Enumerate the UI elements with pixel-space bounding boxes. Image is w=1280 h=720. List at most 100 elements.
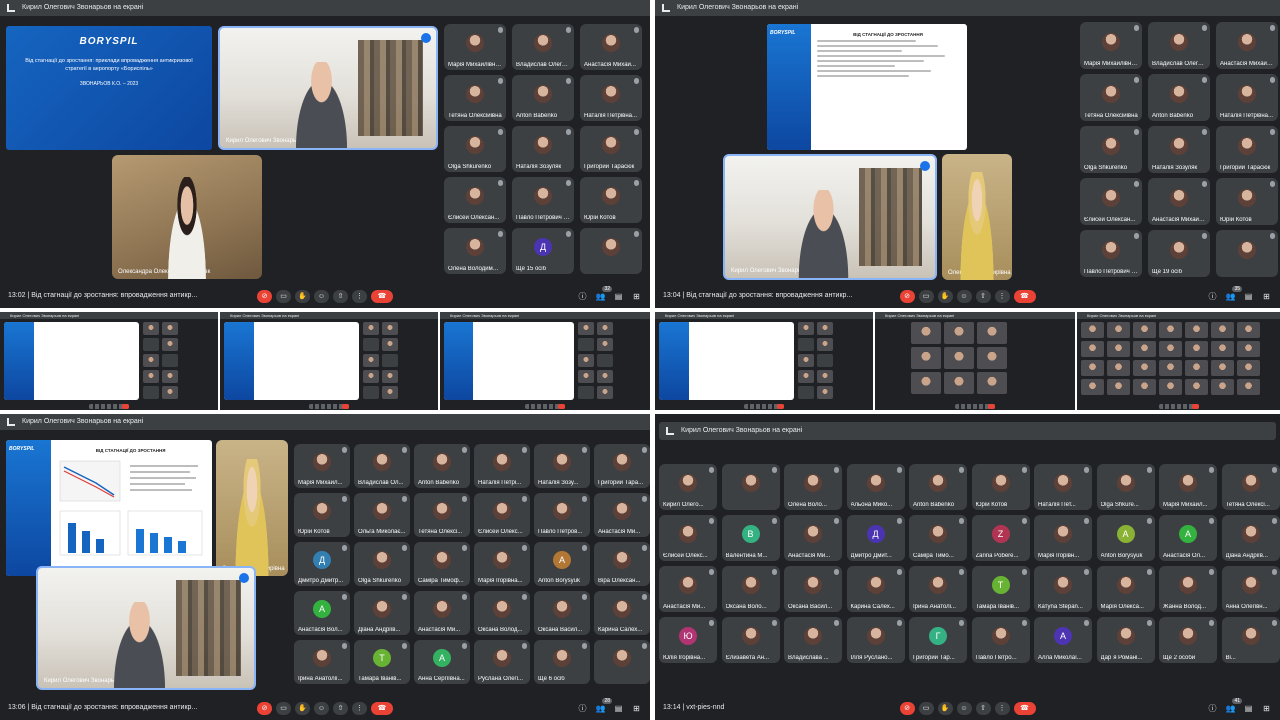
more-icon[interactable]: ⋮ <box>352 290 367 303</box>
participant-tile[interactable]: Карина Салех... <box>594 591 650 635</box>
present-icon[interactable]: ⇧ <box>333 290 348 303</box>
emoji-icon[interactable]: ☺ <box>314 290 329 303</box>
participant-tile[interactable]: Анастасія Ми... <box>659 566 717 612</box>
participant-tile[interactable]: Ще 19 осіб <box>1148 230 1210 277</box>
activities-icon[interactable]: ⊞ <box>1261 703 1272 714</box>
participant-tile[interactable]: Olga Shkurenko <box>354 542 410 586</box>
participant-tile[interactable]: Olga Shkure... <box>1096 464 1155 510</box>
participant-tile[interactable]: Юрій Котов <box>294 493 350 537</box>
participant-tile[interactable]: Марія Михайл... <box>1159 464 1217 510</box>
participant-tile[interactable]: Марія Ігорівн... <box>1034 515 1092 561</box>
participant-tile[interactable]: Руслана Олегі... <box>474 640 530 684</box>
participant-video[interactable]: Олена Володимирівна <box>942 154 1012 280</box>
participant-tile[interactable]: A Алла Миколаї... <box>1034 617 1092 663</box>
participant-tile[interactable]: Юрій Котов <box>580 177 642 223</box>
raise-hand-icon[interactable]: ✋ <box>937 702 953 715</box>
participant-tile[interactable]: Марія Михайл... <box>294 444 350 488</box>
presenter-video[interactable]: Кирил Олегович Звонарьов <box>36 566 256 690</box>
participant-tile[interactable]: Оксана Волод... <box>474 591 530 635</box>
participant-tile[interactable]: Наталія Петрівна... <box>580 75 642 121</box>
participant-tile[interactable]: Павло Петро... <box>971 617 1030 663</box>
participant-tile[interactable]: Д Дмитро Дмитр... <box>294 542 350 586</box>
participant-tile[interactable]: Григорий Тарасюк <box>1216 126 1278 173</box>
participant-tile[interactable]: Анастасія Ми... <box>784 515 842 561</box>
participant-tile[interactable]: Єлисей Олексан... <box>444 177 506 223</box>
participant-tile[interactable]: Олена Володимирівна <box>444 228 506 274</box>
participant-tile[interactable]: Анастасія Михайлівна <box>1216 22 1278 69</box>
participant-tile[interactable]: Саміра Тимоф... <box>414 542 470 586</box>
raise-hand-icon[interactable]: ✋ <box>295 702 310 715</box>
activities-icon[interactable]: ⊞ <box>1261 291 1272 302</box>
more-icon[interactable]: ⋮ <box>994 702 1010 715</box>
emoji-icon[interactable]: ☺ <box>956 290 972 303</box>
camera-icon[interactable]: ▭ <box>918 290 934 303</box>
participant-tile[interactable]: Марія Ігорівна... <box>474 542 530 586</box>
participant-tile[interactable]: Владислав Олегови... <box>512 24 574 70</box>
info-icon[interactable]: ⓘ <box>577 291 588 302</box>
participant-tile[interactable]: Діана Андріїв... <box>354 591 410 635</box>
pin-icon[interactable] <box>7 418 15 426</box>
camera-icon[interactable]: ▭ <box>918 702 934 715</box>
participant-tile[interactable]: Ще 2 особи <box>1159 617 1217 663</box>
participant-tile[interactable]: Anton Babenko <box>1148 74 1210 121</box>
participant-tile[interactable]: Анна Олегівн... <box>1221 566 1280 612</box>
participant-tile[interactable]: Віра Олексан... <box>594 542 650 586</box>
participant-tile[interactable]: Анастасія Ми... <box>414 591 470 635</box>
participant-tile[interactable]: A Anton Borysyuk <box>534 542 590 586</box>
participant-tile[interactable]: Т Тамара Іванів... <box>354 640 410 684</box>
raise-hand-icon[interactable]: ✋ <box>295 290 310 303</box>
participant-tile[interactable]: Ірина Анатолії... <box>294 640 350 684</box>
pin-icon[interactable] <box>666 427 674 435</box>
participant-tile[interactable]: Григорий Тара... <box>594 444 650 488</box>
participant-tile[interactable]: Кирил Олего... <box>659 464 717 510</box>
participant-tile[interactable]: A Анастасія Вол... <box>294 591 350 635</box>
present-icon[interactable]: ⇧ <box>975 290 991 303</box>
present-icon[interactable]: ⇧ <box>333 702 348 715</box>
camera-icon[interactable]: ▭ <box>276 702 291 715</box>
presenter-video[interactable]: Кирил Олегович Звонарьов <box>723 154 937 280</box>
participant-tile[interactable]: Альона Мико... <box>846 464 905 510</box>
participant-tile[interactable]: Павло Петрович В... <box>512 177 574 223</box>
people-icon[interactable]: 👥 41 <box>1225 698 1242 714</box>
participant-tile[interactable] <box>580 228 642 274</box>
participant-tile[interactable]: Олена Воло... <box>784 464 842 510</box>
participant-tile[interactable]: Юрій Котов <box>1216 178 1278 225</box>
participant-tile[interactable]: Т Тамара Іванів... <box>971 566 1030 612</box>
more-icon[interactable]: ⋮ <box>994 290 1010 303</box>
activities-icon[interactable]: ⊞ <box>631 291 642 302</box>
participant-tile[interactable]: Тетяна Олексі... <box>414 493 470 537</box>
participant-tile[interactable] <box>1216 230 1278 277</box>
camera-icon[interactable]: ▭ <box>276 290 291 303</box>
participant-tile[interactable]: Ю Юлія Ігорівна... <box>659 617 717 663</box>
participant-tile[interactable]: Марія Михайлівна... <box>1080 22 1142 69</box>
participant-tile[interactable]: Наталія Пет... <box>1034 464 1092 510</box>
participant-tile[interactable]: Д Дмитро Дмит... <box>846 515 905 561</box>
people-icon[interactable]: 👥 35 <box>1225 286 1242 302</box>
participant-tile[interactable]: Анастасія Ми... <box>594 493 650 537</box>
emoji-icon[interactable]: ☺ <box>956 702 972 715</box>
participant-tile[interactable]: Наталія Петрівна... <box>1216 74 1278 121</box>
participant-tile[interactable]: Тетяна Олексі... <box>1221 464 1280 510</box>
people-icon[interactable]: 👥 32 <box>595 286 612 302</box>
participant-tile[interactable]: Єлизавета Ан... <box>721 617 780 663</box>
participant-tile[interactable]: Наталія Зозуляк <box>1148 126 1210 173</box>
raise-hand-icon[interactable]: ✋ <box>937 290 953 303</box>
participant-tile[interactable]: Ще 6 осіб <box>534 640 590 684</box>
participant-tile[interactable]: Olga Shkurenko <box>444 126 506 172</box>
participant-tile[interactable]: Анастасія Михай... <box>580 24 642 70</box>
participant-tile[interactable]: Anton Babenko <box>512 75 574 121</box>
participant-tile[interactable]: Єлисей Олекс... <box>659 515 717 561</box>
mic-off-icon[interactable]: ⊘ <box>899 290 915 303</box>
activities-icon[interactable]: ⊞ <box>631 703 642 714</box>
participant-tile[interactable]: Оксана Васил... <box>534 591 590 635</box>
participant-tile[interactable]: A Анастасія Ол... <box>1159 515 1217 561</box>
participant-tile[interactable]: Катуna Stepan... <box>1034 566 1092 612</box>
participant-tile[interactable]: Г Григорий Тар... <box>909 617 967 663</box>
participant-tile[interactable]: A Anton Borysyuk <box>1096 515 1155 561</box>
participant-tile[interactable]: Владислав Ол... <box>354 444 410 488</box>
participant-tile[interactable]: Тетяна Олексійівна <box>444 75 506 121</box>
participant-tile[interactable]: Д Ще 15 осіб <box>512 228 574 274</box>
more-icon[interactable]: ⋮ <box>352 702 367 715</box>
participant-tile[interactable]: Карина Салех... <box>846 566 905 612</box>
participant-tile[interactable]: Жанна Волод... <box>1159 566 1217 612</box>
